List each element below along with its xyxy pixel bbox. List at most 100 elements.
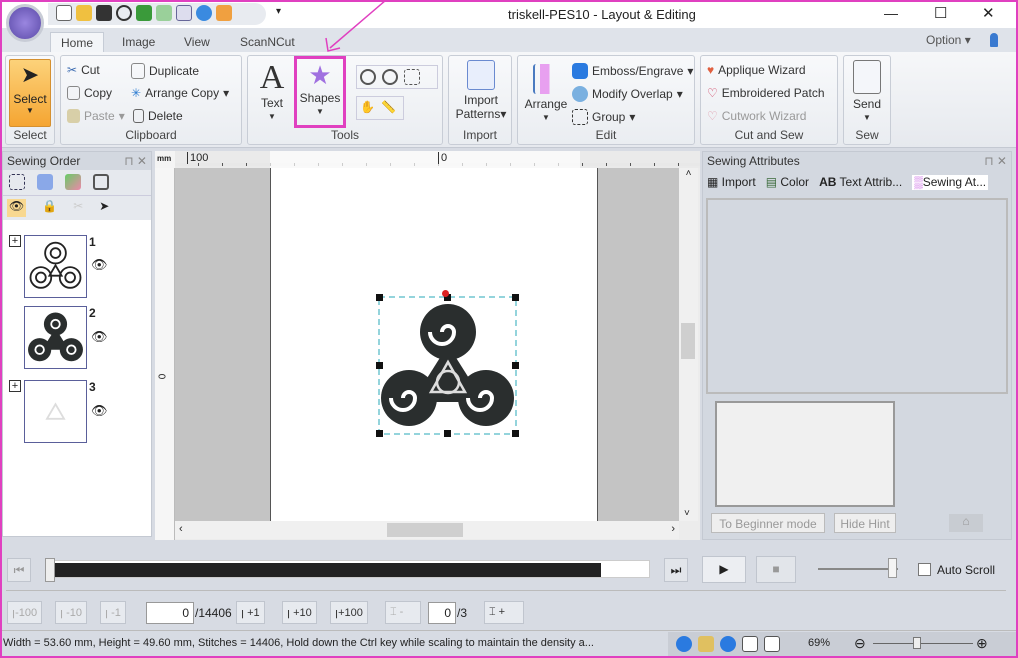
zoom-out-icon[interactable]: ⊖ xyxy=(854,635,866,652)
pin-close-icons[interactable]: ⊓ ✕ xyxy=(984,154,1007,168)
stop-button[interactable]: ■ xyxy=(756,556,796,583)
skip-start-button[interactable]: ⏮ xyxy=(7,558,31,582)
tab-scanncut[interactable]: ScanNCut xyxy=(230,32,305,52)
select-frame-icon[interactable] xyxy=(9,174,25,190)
redo-icon[interactable] xyxy=(156,5,172,21)
stitch-minus1-button[interactable]: ꞁ -1 xyxy=(100,601,126,624)
horizontal-scrollbar[interactable]: ‹ › xyxy=(175,521,679,539)
stitch-progress-slider[interactable] xyxy=(45,558,650,582)
skip-end-button[interactable]: ⏭ xyxy=(664,558,688,582)
undo-icon[interactable] xyxy=(136,5,152,21)
tab-image[interactable]: Image xyxy=(112,32,165,52)
app-orb-button[interactable] xyxy=(6,4,44,42)
auto-scroll-checkbox[interactable] xyxy=(918,563,931,576)
vertical-scrollbar[interactable]: ˄ ˅ xyxy=(679,168,698,521)
expand-icon[interactable]: + xyxy=(9,380,21,392)
transfer-icon[interactable] xyxy=(196,5,212,21)
stitch-number-input[interactable]: 0 xyxy=(146,602,194,624)
minimize-button[interactable]: — xyxy=(884,5,898,21)
import-patterns-button[interactable]: Import Patterns▾ xyxy=(453,60,509,121)
home-link-icon[interactable]: ⌂ xyxy=(949,514,983,532)
tab-sewing-attributes[interactable]: ▒Sewing At... xyxy=(912,175,989,190)
color-number-input[interactable]: 0 xyxy=(428,602,456,624)
eye-icon[interactable]: 👁 xyxy=(7,199,27,217)
save-icon[interactable] xyxy=(96,5,112,21)
zoom-fit-icon[interactable] xyxy=(404,69,420,85)
play-button[interactable]: ▶ xyxy=(702,556,746,583)
close-button[interactable]: ✕ xyxy=(982,4,995,22)
tab-text-attributes[interactable]: AB Text Attrib... xyxy=(819,175,902,190)
eye-icon[interactable]: 👁 xyxy=(91,257,108,273)
sort-icon[interactable] xyxy=(37,174,53,190)
zoom-in-icon[interactable] xyxy=(360,69,376,85)
stitch-view-icon[interactable] xyxy=(698,636,714,652)
new-file-icon[interactable] xyxy=(56,5,72,21)
preview-icon[interactable] xyxy=(720,636,736,652)
color-next-button[interactable]: ⌶ + xyxy=(484,601,524,624)
open-folder-icon[interactable] xyxy=(76,5,92,21)
measure-icon[interactable]: 📏 xyxy=(381,100,396,116)
scroll-thumb[interactable] xyxy=(387,523,463,537)
slider-handle[interactable] xyxy=(45,558,55,582)
user-icon[interactable] xyxy=(990,33,998,47)
color-merge-icon[interactable] xyxy=(65,174,81,190)
tab-home[interactable]: Home xyxy=(50,32,105,52)
zoom-handle[interactable] xyxy=(913,637,921,649)
zoom-slider[interactable] xyxy=(873,637,973,649)
tab-import[interactable]: ▦ Import xyxy=(707,175,756,190)
copy-button[interactable]: Copy xyxy=(67,86,112,100)
option-menu[interactable]: Option ▾ xyxy=(926,33,971,47)
text-button[interactable]: A Text ▼ xyxy=(254,60,290,124)
qat-customize-icon[interactable]: ▾ xyxy=(276,6,281,17)
color-prev-button[interactable]: ⌶ - xyxy=(385,601,421,624)
tab-view[interactable]: View xyxy=(174,32,220,52)
duplicate-button[interactable]: Duplicate xyxy=(131,63,199,79)
expand-icon[interactable]: + xyxy=(9,235,21,247)
lock-icon[interactable]: 🔒 xyxy=(42,199,57,217)
eye-icon[interactable]: 👁 xyxy=(91,329,108,345)
send-button[interactable]: Send ▼ xyxy=(847,60,887,125)
cutwork-wizard-button[interactable]: ♡ Cutwork Wizard xyxy=(707,109,806,123)
rotate-handle[interactable] xyxy=(442,290,449,297)
cut-button[interactable]: ✂ Cut xyxy=(67,63,100,77)
sewing-item-3-thumbnail[interactable] xyxy=(24,380,87,443)
photo-folder-icon[interactable] xyxy=(216,5,232,21)
zoom-in-icon[interactable]: ⊕ xyxy=(976,635,988,652)
cursor-icon[interactable]: ➤ xyxy=(99,199,109,217)
hide-hint-button[interactable]: Hide Hint xyxy=(834,513,896,533)
applique-wizard-button[interactable]: ♥ Applique Wizard xyxy=(707,63,806,77)
embroidered-patch-button[interactable]: ♡ Embroidered Patch xyxy=(707,86,825,100)
frame-icon[interactable] xyxy=(93,174,109,190)
stitch-minus100-button[interactable]: ꞁ-100 xyxy=(7,601,43,624)
stitch-plus1-button[interactable]: ꞁ +1 xyxy=(236,601,265,624)
zoom-out-icon[interactable] xyxy=(382,69,398,85)
select-button[interactable]: ➤ Select ▼ xyxy=(9,59,51,127)
paste-button[interactable]: Paste ▾ xyxy=(67,109,125,123)
delete-button[interactable]: Delete xyxy=(133,109,183,123)
scroll-thumb[interactable] xyxy=(681,323,695,359)
stitch-plus10-button[interactable]: ꞁ +10 xyxy=(282,601,317,624)
speed-slider[interactable] xyxy=(818,558,898,578)
modify-overlap-button[interactable]: Modify Overlap ▾ xyxy=(572,86,683,102)
display-icon[interactable] xyxy=(176,5,192,21)
triskele-design[interactable] xyxy=(376,290,521,440)
maximize-button[interactable]: ☐ xyxy=(934,4,947,22)
stitch-plus100-button[interactable]: ꞁ+100 xyxy=(330,601,368,624)
sewing-item-2-thumbnail[interactable] xyxy=(24,306,87,369)
scissors-icon[interactable]: ✂ xyxy=(73,199,83,217)
beginner-mode-button[interactable]: To Beginner mode xyxy=(711,513,825,533)
arrange-button[interactable]: Arrange ▼ xyxy=(521,64,571,125)
hand-icon[interactable]: ✋ xyxy=(360,100,375,116)
pin-close-icons[interactable]: ⊓ ✕ xyxy=(124,154,147,168)
grid-icon[interactable] xyxy=(742,636,758,652)
sewing-item-1-thumbnail[interactable] xyxy=(24,235,87,298)
realistic-view-icon[interactable] xyxy=(676,636,692,652)
stitch-minus10-button[interactable]: ꞁ -10 xyxy=(55,601,88,624)
properties-icon[interactable] xyxy=(764,636,780,652)
shapes-button[interactable]: ★ Shapes ▼ xyxy=(294,56,346,128)
group-button[interactable]: Group ▾ xyxy=(572,109,635,125)
emboss-engrave-button[interactable]: Emboss/Engrave ▾ xyxy=(572,63,693,79)
tab-color[interactable]: ▤ Color xyxy=(766,175,809,190)
arrange-copy-button[interactable]: ✳ Arrange Copy ▾ xyxy=(131,86,229,100)
speed-handle[interactable] xyxy=(888,558,897,578)
